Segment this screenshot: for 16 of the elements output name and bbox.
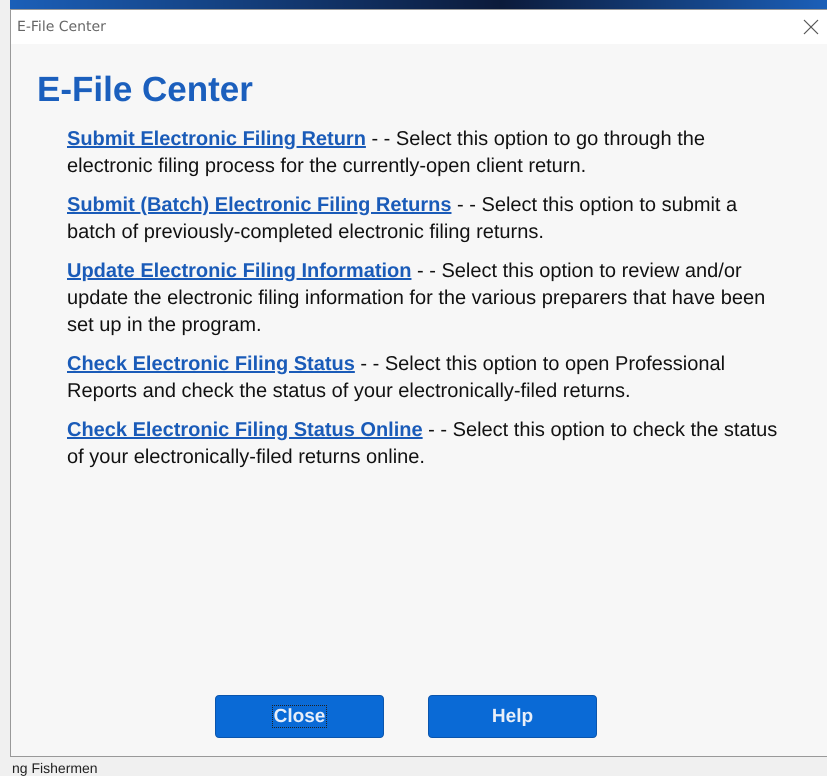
dialog-heading: E-File Center	[37, 70, 254, 110]
background-text: ng Fishermen	[12, 760, 98, 776]
close-icon[interactable]	[803, 19, 819, 35]
option-link[interactable]: Submit Electronic Filing Return	[67, 128, 366, 150]
option-description: Check Electronic Filing Status - - Select this option to open Professional Reports and check the status of your electronically-filed returns.	[67, 352, 726, 404]
window-title: E-File Center	[17, 19, 106, 35]
option-link[interactable]: Check Electronic Filing Status Online	[67, 419, 423, 441]
dialog-button[interactable]: Close	[215, 695, 384, 738]
option-description: Submit Electronic Filing Return - - Select this option to go through the electronic filing process for the currently-open client return.	[67, 127, 706, 179]
option-link[interactable]: Check Electronic Filing Status	[67, 353, 355, 375]
option-link[interactable]: Update Electronic Filing Information	[67, 260, 412, 282]
dialog-button[interactable]: Help	[428, 695, 597, 738]
option-description: Submit (Batch) Electronic Filing Returns - - Select this option to submit a batch of previously-completed electronic filing returns.	[67, 193, 738, 245]
option-description: Check Electronic Filing Status Online - - Select this option to check the status of your electronically-filed returns online.	[67, 418, 778, 470]
option-link[interactable]: Submit (Batch) Electronic Filing Returns	[67, 194, 452, 216]
option-description: Update Electronic Filing Information - - Select this option to review and/or update the electronic filing information for the various preparers that have been set up in the program.	[67, 259, 766, 338]
